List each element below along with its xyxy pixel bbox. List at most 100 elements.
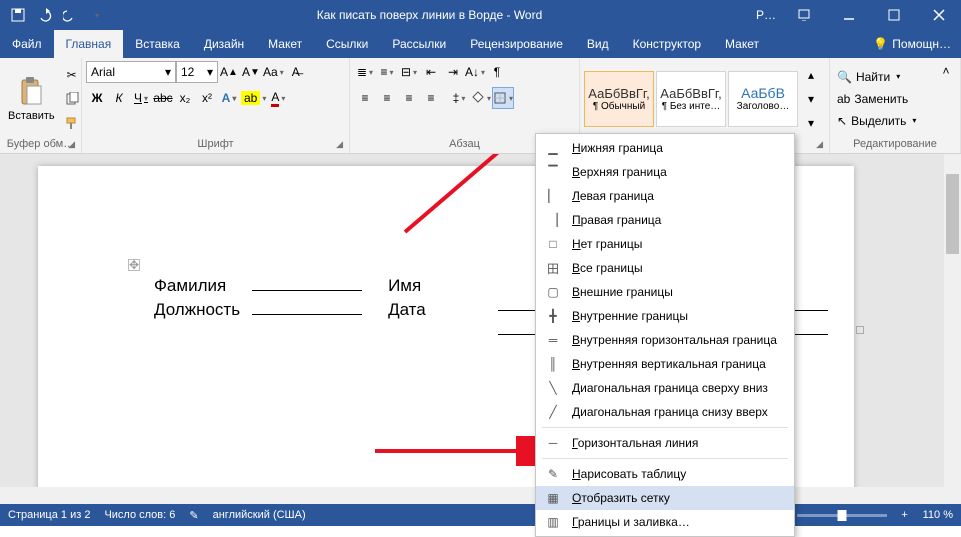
border-item-10[interactable]: ╲Диагональная граница сверху вниз bbox=[536, 376, 794, 400]
table-resize-handle[interactable] bbox=[856, 326, 864, 334]
status-language[interactable]: английский (США) bbox=[213, 509, 306, 521]
tab-ссылки[interactable]: Ссылки bbox=[314, 30, 380, 58]
border-item-7[interactable]: ╋Внутренние границы bbox=[536, 304, 794, 328]
styles-launcher[interactable]: ◢ bbox=[816, 139, 823, 150]
styles-more[interactable]: ▾ bbox=[800, 112, 822, 134]
border-item-draw[interactable]: ✎Нарисовать таблицу bbox=[536, 462, 794, 486]
decrease-indent-button[interactable]: ⇤ bbox=[420, 61, 442, 83]
cell-name-label[interactable]: Имя bbox=[368, 274, 432, 298]
grow-font-button[interactable]: A▲ bbox=[218, 61, 240, 83]
highlight-button[interactable]: ab bbox=[240, 87, 267, 109]
subscript-button[interactable]: x₂ bbox=[174, 87, 196, 109]
qat-save[interactable] bbox=[6, 3, 30, 27]
tab-конструктор[interactable]: Конструктор bbox=[621, 30, 713, 58]
font-launcher[interactable]: ◢ bbox=[336, 139, 343, 150]
border-item-5[interactable]: 田Все границы bbox=[536, 256, 794, 280]
border-item-grid[interactable]: ▦Отобразить сетку bbox=[536, 486, 794, 510]
qat-redo[interactable] bbox=[58, 3, 82, 27]
ribbon-display-options[interactable] bbox=[781, 0, 826, 30]
line-spacing-button[interactable]: ‡ bbox=[448, 87, 470, 109]
account-button[interactable]: P… bbox=[751, 8, 781, 22]
collapse-ribbon-button[interactable]: ˄ bbox=[935, 60, 957, 82]
clipboard-launcher[interactable]: ◢ bbox=[68, 139, 75, 150]
tab-вид[interactable]: Вид bbox=[575, 30, 621, 58]
border-item-2[interactable]: ▏Левая граница bbox=[536, 184, 794, 208]
zoom-in-button[interactable]: + bbox=[893, 505, 917, 525]
status-page[interactable]: Страница 1 из 2 bbox=[8, 509, 90, 521]
strike-button[interactable]: abc bbox=[152, 87, 174, 109]
change-case-button[interactable]: Aa bbox=[262, 61, 285, 83]
tab-файл[interactable]: Файл bbox=[0, 30, 54, 58]
copy-button[interactable] bbox=[61, 88, 83, 110]
font-name-select[interactable]: Arial▾ bbox=[86, 61, 176, 83]
justify-button[interactable]: ≡ bbox=[420, 87, 442, 109]
increase-indent-button[interactable]: ⇥ bbox=[442, 61, 464, 83]
table-move-handle[interactable]: ✥ bbox=[128, 259, 140, 271]
border-item-4[interactable]: □Нет границы bbox=[536, 232, 794, 256]
window-close[interactable] bbox=[916, 0, 961, 30]
styles-gallery[interactable]: АаБбВвГг,¶ Обычный АаБбВвГг,¶ Без инте… … bbox=[584, 71, 798, 127]
font-size-select[interactable]: 12▾ bbox=[176, 61, 218, 83]
border-item-9[interactable]: ║Внутренняя вертикальная граница bbox=[536, 352, 794, 376]
cell-position-label[interactable]: Должность bbox=[148, 298, 246, 322]
border-item-3[interactable]: ▕Правая граница bbox=[536, 208, 794, 232]
bullets-button[interactable]: ≣ bbox=[354, 61, 376, 83]
style-heading[interactable]: АаБбВЗаголово… bbox=[728, 71, 798, 127]
cut-button[interactable]: ✂ bbox=[61, 64, 83, 86]
shading-button[interactable] bbox=[470, 87, 492, 109]
tab-дизайн[interactable]: Дизайн bbox=[192, 30, 256, 58]
underline-button[interactable]: Ч bbox=[130, 87, 152, 109]
styles-up[interactable]: ▴ bbox=[800, 64, 822, 86]
border-item-1[interactable]: ▔Верхняя граница bbox=[536, 160, 794, 184]
tab-рассылки[interactable]: Рассылки bbox=[380, 30, 458, 58]
style-no-spacing[interactable]: АаБбВвГг,¶ Без инте… bbox=[656, 71, 726, 127]
zoom-level[interactable]: 110 % bbox=[923, 509, 953, 521]
borders-button[interactable] bbox=[492, 87, 514, 109]
text-effects-button[interactable]: A bbox=[218, 87, 240, 109]
border-item-0[interactable]: ▁Нижняя граница bbox=[536, 136, 794, 160]
cell-date-label[interactable]: Дата bbox=[368, 298, 432, 322]
window-minimize[interactable] bbox=[826, 0, 871, 30]
replace-button[interactable]: abЗаменить bbox=[834, 88, 919, 110]
vertical-scrollbar[interactable] bbox=[944, 154, 961, 504]
align-center-button[interactable]: ≡ bbox=[376, 87, 398, 109]
shrink-font-button[interactable]: A▼ bbox=[240, 61, 262, 83]
border-item-8[interactable]: ═Внутренняя горизонтальная граница bbox=[536, 328, 794, 352]
tab-макет[interactable]: Макет bbox=[256, 30, 314, 58]
find-button[interactable]: 🔍Найти▾ bbox=[834, 66, 919, 88]
style-normal[interactable]: АаБбВвГг,¶ Обычный bbox=[584, 71, 654, 127]
sort-button[interactable]: A↓ bbox=[464, 61, 486, 83]
font-color-button[interactable]: A bbox=[267, 87, 289, 109]
italic-button[interactable]: К bbox=[108, 87, 130, 109]
qat-customize[interactable] bbox=[84, 3, 108, 27]
border-item-hline[interactable]: ─Горизонтальная линия bbox=[536, 431, 794, 455]
numbering-button[interactable]: ≡ bbox=[376, 61, 398, 83]
multilevel-button[interactable]: ⊟ bbox=[398, 61, 420, 83]
select-button[interactable]: ↖Выделить▾ bbox=[834, 110, 919, 132]
format-painter-button[interactable] bbox=[61, 112, 83, 134]
border-item-6[interactable]: ▢Внешние границы bbox=[536, 280, 794, 304]
border-item-11[interactable]: ╱Диагональная граница снизу вверх bbox=[536, 400, 794, 424]
qat-undo[interactable] bbox=[32, 3, 56, 27]
tell-me-button[interactable]: 💡Помощн… bbox=[863, 30, 961, 58]
tab-рецензирование[interactable]: Рецензирование bbox=[458, 30, 575, 58]
align-left-button[interactable]: ≡ bbox=[354, 87, 376, 109]
bold-button[interactable]: Ж bbox=[86, 87, 108, 109]
border-item-dlg[interactable]: ▥Границы и заливка… bbox=[536, 510, 794, 534]
align-right-button[interactable]: ≡ bbox=[398, 87, 420, 109]
horizontal-scrollbar[interactable] bbox=[0, 487, 944, 504]
clear-formatting-button[interactable]: A̶ bbox=[285, 61, 307, 83]
status-words[interactable]: Число слов: 6 bbox=[104, 509, 175, 521]
status-proofing-icon[interactable]: ✎ bbox=[189, 509, 198, 522]
replace-icon: ab bbox=[837, 92, 850, 106]
superscript-button[interactable]: x² bbox=[196, 87, 218, 109]
styles-down[interactable]: ▾ bbox=[800, 88, 822, 110]
cell-surname-label[interactable]: Фамилия bbox=[148, 274, 246, 298]
tab-главная[interactable]: Главная bbox=[54, 30, 124, 58]
paste-button[interactable]: Вставить bbox=[4, 74, 59, 124]
window-maximize[interactable] bbox=[871, 0, 916, 30]
show-marks-button[interactable]: ¶ bbox=[486, 61, 508, 83]
zoom-slider[interactable] bbox=[797, 514, 887, 517]
tab-макет[interactable]: Макет bbox=[713, 30, 771, 58]
tab-вставка[interactable]: Вставка bbox=[123, 30, 192, 58]
